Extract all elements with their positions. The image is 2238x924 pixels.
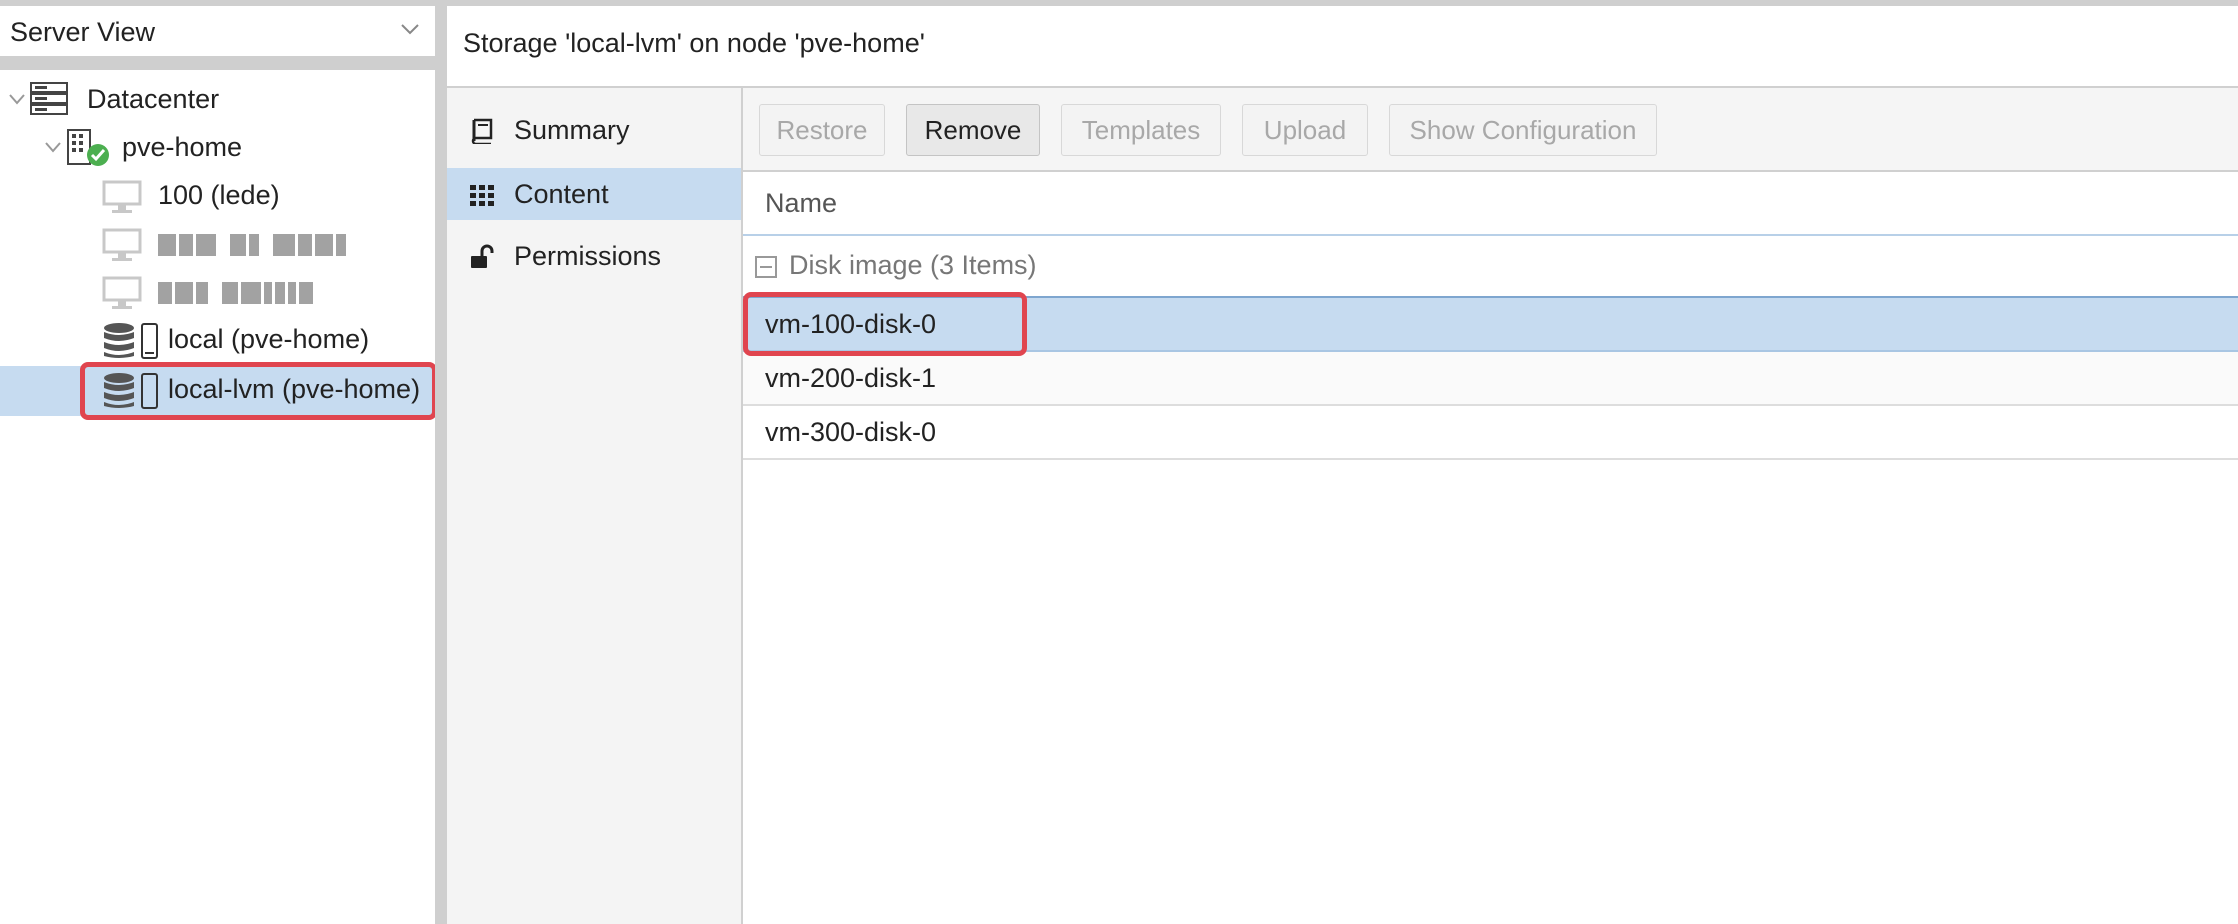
- row-name: vm-300-disk-0: [765, 417, 937, 447]
- tree-item-node[interactable]: pve-home: [0, 124, 435, 172]
- storage-nav: Summary Content Permissions: [447, 88, 743, 924]
- tree-label-node: pve-home: [122, 132, 243, 162]
- database-icon: [104, 373, 158, 409]
- database-icon: [104, 323, 158, 359]
- collapse-icon[interactable]: [755, 256, 777, 278]
- restore-button[interactable]: Restore: [759, 104, 885, 156]
- view-selector[interactable]: Server View: [0, 6, 435, 70]
- tree-item-vm-redacted-2[interactable]: [0, 268, 435, 316]
- group-header-label: Disk image (3 Items): [789, 250, 1037, 280]
- group-header-disk-image[interactable]: Disk image (3 Items): [743, 236, 2238, 298]
- monitor-icon: [102, 276, 142, 309]
- redacted-label: [158, 234, 346, 256]
- column-header-name[interactable]: Name: [743, 172, 2238, 236]
- table-row[interactable]: vm-200-disk-1: [743, 352, 2238, 406]
- monitor-icon: [102, 180, 142, 213]
- tree-item-datacenter[interactable]: Datacenter: [0, 76, 435, 124]
- grid-icon: [470, 185, 494, 206]
- toolbar: Restore Remove Templates Upload Show Con…: [743, 88, 2238, 172]
- unlock-icon: [471, 244, 494, 268]
- redacted-label: [158, 282, 313, 304]
- nav-item-content[interactable]: Content: [447, 168, 741, 220]
- expand-arrow-icon[interactable]: [44, 140, 62, 154]
- row-name: vm-200-disk-1: [765, 363, 937, 393]
- nav-item-permissions[interactable]: Permissions: [447, 230, 741, 282]
- row-name: vm-100-disk-0: [765, 309, 937, 339]
- tree-label-vm-100: 100 (lede): [158, 180, 280, 210]
- resource-tree: Datacenter pve-home 100 (lede) local (pv…: [0, 70, 437, 924]
- chevron-down-icon[interactable]: [399, 18, 421, 40]
- monitor-icon: [102, 228, 142, 261]
- storage-panel: Storage 'local-lvm' on node 'pve-home' S…: [447, 6, 2238, 924]
- tree-label-datacenter: Datacenter: [87, 84, 220, 114]
- tree-item-storage-local-lvm[interactable]: local-lvm (pve-home): [0, 366, 435, 416]
- show-configuration-button[interactable]: Show Configuration: [1389, 104, 1657, 156]
- server-rack-icon: [30, 82, 68, 115]
- table-row[interactable]: vm-100-disk-0: [743, 298, 2238, 352]
- panel-splitter[interactable]: [435, 6, 447, 924]
- tree-label-storage-local-lvm: local-lvm (pve-home): [168, 374, 421, 404]
- expand-arrow-icon[interactable]: [8, 92, 26, 106]
- page-title: Storage 'local-lvm' on node 'pve-home': [463, 28, 925, 58]
- upload-button[interactable]: Upload: [1242, 104, 1368, 156]
- nav-item-summary[interactable]: Summary: [447, 104, 741, 156]
- nav-label-content: Content: [514, 179, 609, 209]
- view-selector-label: Server View: [10, 17, 156, 47]
- tree-item-vm-redacted-1[interactable]: [0, 220, 435, 268]
- tree-label-storage-local: local (pve-home): [168, 324, 370, 354]
- nav-label-summary: Summary: [514, 115, 630, 145]
- column-header-label: Name: [765, 188, 838, 218]
- tree-item-storage-local[interactable]: local (pve-home): [0, 316, 435, 364]
- nav-label-permissions: Permissions: [514, 241, 662, 271]
- resource-tree-panel: Server View Datacenter pve-home 100 (led…: [0, 6, 437, 924]
- node-online-icon: [67, 129, 109, 166]
- book-icon: [471, 118, 493, 144]
- tree-item-vm-100[interactable]: 100 (lede): [0, 172, 435, 220]
- remove-button[interactable]: Remove: [906, 104, 1040, 156]
- panel-header: Storage 'local-lvm' on node 'pve-home': [447, 6, 2238, 88]
- templates-button[interactable]: Templates: [1061, 104, 1221, 156]
- table-row[interactable]: vm-300-disk-0: [743, 406, 2238, 460]
- content-grid-panel: Restore Remove Templates Upload Show Con…: [743, 88, 2238, 924]
